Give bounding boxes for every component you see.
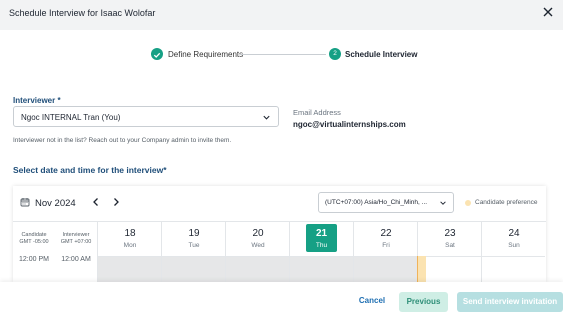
chevron-left-icon[interactable] bbox=[90, 196, 102, 208]
day-number: 21 bbox=[315, 228, 328, 239]
timezone-select-value: (UTC+07:00) Asia/Ho_Chi_Minh, ... bbox=[325, 199, 428, 206]
time-slot[interactable] bbox=[482, 256, 545, 283]
candidate-tz-label: Candidate bbox=[21, 232, 47, 238]
email-value: ngoc@virtualinternships.com bbox=[293, 120, 406, 129]
dialog-footer: Cancel Previous Send interview invitatio… bbox=[0, 282, 563, 318]
time-slot bbox=[162, 256, 225, 283]
day-column-fri: 22 Fri bbox=[353, 222, 417, 283]
time-slot bbox=[290, 256, 353, 283]
day-header: 20 Wed bbox=[226, 222, 290, 255]
day-header: 23 Sat bbox=[418, 222, 482, 255]
candidate-timezone-column: Candidate GMT -05:00 12:00 PM bbox=[13, 222, 55, 283]
interviewer-timezone-column: Interviewer GMT +07:00 12:00 AM bbox=[55, 222, 97, 283]
interviewer-select[interactable]: Ngoc INTERNAL Tran (You) bbox=[13, 106, 279, 127]
chevron-right-icon[interactable] bbox=[110, 196, 122, 208]
day-header: 18 Mon bbox=[98, 222, 162, 255]
time-slot bbox=[98, 256, 161, 283]
candidate-tz-offset: GMT -05:00 bbox=[19, 239, 49, 245]
time-slot bbox=[226, 256, 289, 283]
send-invitation-button[interactable]: Send interview invitation bbox=[457, 292, 563, 312]
calendar-month: Nov 2024 bbox=[35, 198, 76, 209]
day-number: 20 bbox=[252, 228, 264, 239]
day-number: 19 bbox=[188, 228, 200, 239]
stepper: Define Requirements 2 Schedule Interview bbox=[0, 48, 563, 62]
day-column-tue: 19 Tue bbox=[161, 222, 225, 283]
time-slot bbox=[354, 256, 417, 283]
day-column-thu: 21 Thu bbox=[289, 222, 353, 283]
day-column-sun: 24 Sun bbox=[481, 222, 546, 283]
day-header: 19 Tue bbox=[162, 222, 226, 255]
day-name: Tue bbox=[188, 242, 200, 249]
candidate-preference-swatch bbox=[465, 200, 471, 206]
day-column-sat: 23 Sat bbox=[417, 222, 481, 283]
day-header: 22 Fri bbox=[354, 222, 418, 255]
dialog-header: Schedule Interview for Isaac Wolofar bbox=[0, 0, 563, 30]
previous-button[interactable]: Previous bbox=[399, 292, 448, 312]
day-name: Sun bbox=[508, 242, 520, 249]
day-number: 22 bbox=[380, 228, 392, 239]
chevron-down-icon bbox=[440, 201, 446, 205]
candidate-time: 12:00 PM bbox=[19, 256, 49, 263]
schedule-section-title: Select date and time for the interview* bbox=[13, 165, 167, 175]
today-badge: 21 Thu bbox=[306, 224, 337, 252]
calendar-panel: Nov 2024 (UTC+07:00) Asia/Ho_Chi_Minh, .… bbox=[13, 186, 546, 283]
email-label: Email Address bbox=[293, 108, 341, 117]
day-number: 24 bbox=[508, 228, 520, 239]
day-name: Fri bbox=[382, 242, 390, 249]
interviewer-tz-offset: GMT +07:00 bbox=[60, 239, 92, 245]
day-name: Mon bbox=[123, 242, 137, 249]
step-define-requirements: Define Requirements bbox=[168, 50, 244, 59]
step-connector bbox=[240, 54, 326, 55]
dialog-title: Schedule Interview for Isaac Wolofar bbox=[9, 8, 156, 18]
interviewer-tz-label: Interviewer bbox=[62, 232, 90, 238]
interviewer-select-value: Ngoc INTERNAL Tran (You) bbox=[21, 113, 121, 122]
interviewer-time: 12:00 AM bbox=[61, 256, 91, 263]
chevron-down-icon bbox=[263, 115, 270, 120]
time-slot[interactable] bbox=[418, 256, 481, 283]
day-name: Wed bbox=[251, 242, 265, 249]
day-number: 23 bbox=[444, 228, 456, 239]
day-number: 18 bbox=[124, 228, 136, 239]
timezone-select[interactable]: (UTC+07:00) Asia/Ho_Chi_Minh, ... bbox=[318, 192, 454, 213]
day-column-wed: 20 Wed bbox=[225, 222, 289, 283]
interviewer-help-text: Interviewer not in the list? Reach out t… bbox=[13, 137, 232, 144]
cancel-button[interactable]: Cancel bbox=[351, 293, 393, 309]
step-number-badge: 2 bbox=[329, 48, 341, 60]
day-name: Thu bbox=[315, 242, 328, 249]
day-name: Sat bbox=[445, 242, 455, 249]
candidate-preference-block bbox=[417, 256, 426, 283]
interviewer-label: Interviewer * bbox=[13, 96, 61, 105]
candidate-preference-label: Candidate preference bbox=[475, 199, 538, 206]
step-schedule-interview: Schedule Interview bbox=[345, 50, 418, 59]
week-grid: Candidate GMT -05:00 12:00 PM Interviewe… bbox=[13, 221, 546, 283]
calendar-icon bbox=[20, 198, 30, 207]
day-header: 24 Sun bbox=[482, 222, 546, 255]
check-circle-icon bbox=[151, 48, 163, 60]
close-icon[interactable] bbox=[542, 6, 554, 18]
day-column-mon: 18 Mon bbox=[97, 222, 161, 283]
